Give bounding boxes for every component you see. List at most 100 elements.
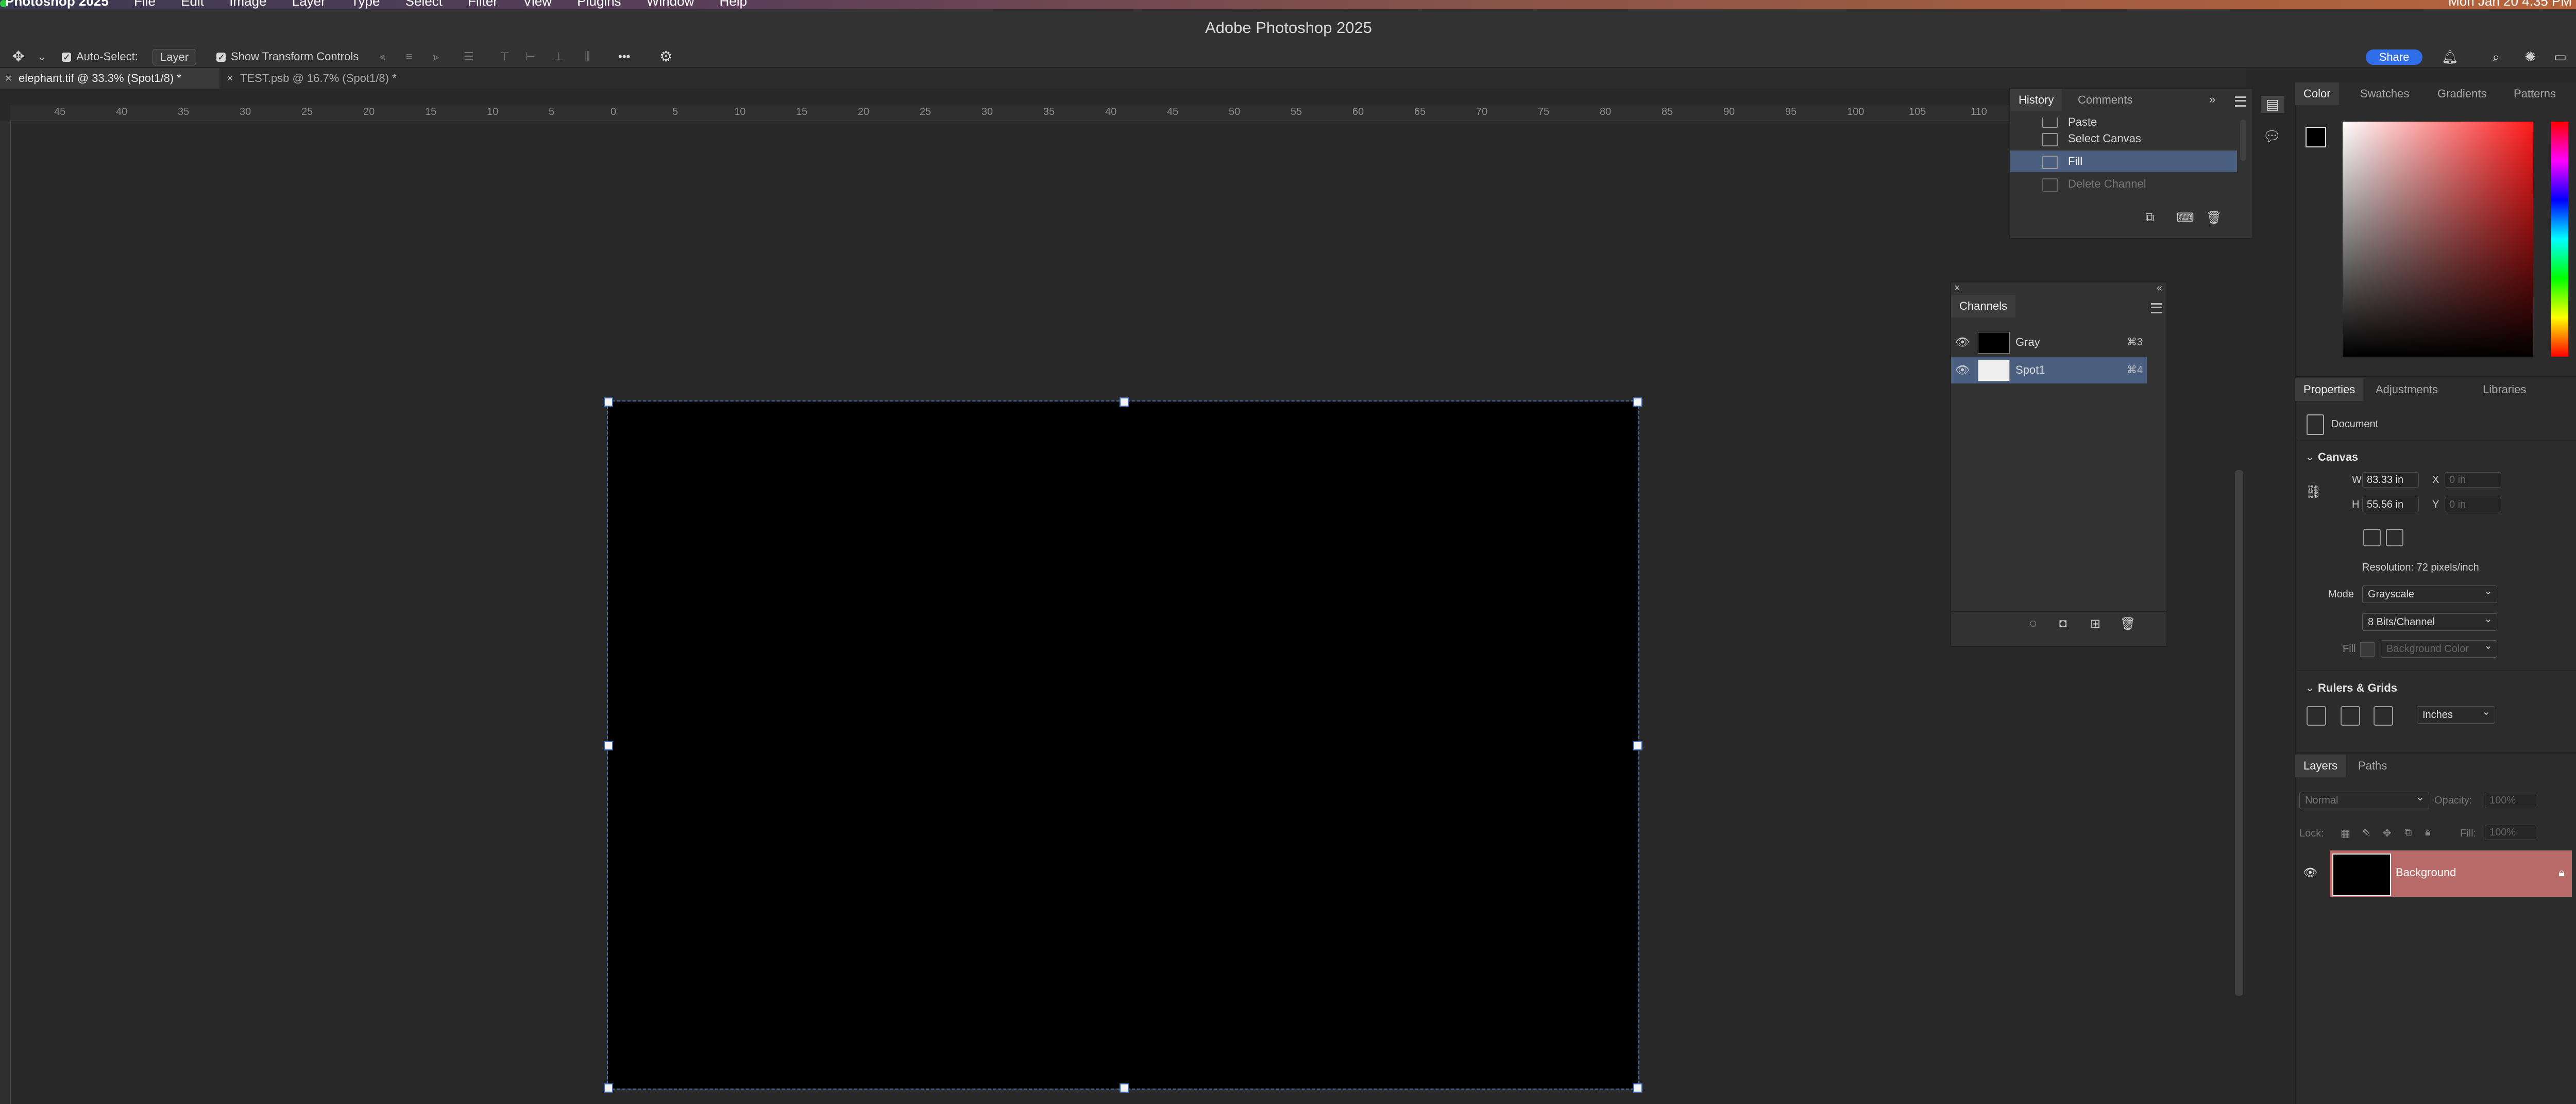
chevron-down-icon[interactable]: ⌄ [2306,450,2314,463]
fill-opacity-field[interactable]: 100% [2485,825,2536,840]
menu-window[interactable]: Window [647,0,694,8]
tab-history[interactable]: History [2010,89,2062,111]
tab-libraries[interactable]: Libraries [2475,378,2534,401]
load-selection-icon[interactable]: ◌ [2029,616,2037,631]
tab-color[interactable]: Color [2295,82,2339,105]
align-top-icon[interactable]: ⊤ [500,46,510,67]
ruler-units-dropdown[interactable]: Inches [2417,704,2495,724]
new-document-from-state-icon[interactable]: ⧉ [2145,210,2154,225]
tab-properties[interactable]: Properties [2295,378,2364,401]
blend-mode-dropdown[interactable]: Normal [2299,789,2429,809]
workspace-icon[interactable]: ▭ [2554,46,2567,67]
mode-dropdown[interactable]: Grayscale [2362,583,2497,603]
bit-depth-dropdown[interactable]: 8 Bits/Channel [2362,611,2497,631]
save-selection-icon[interactable]: ◘ [2059,616,2067,631]
lock-transparent-icon[interactable]: ▦ [2341,827,2350,840]
align-right-icon[interactable]: ⫸ [433,46,439,67]
menu-filter[interactable]: Filter [468,0,498,8]
menu-image[interactable]: Image [229,0,266,8]
bell-icon[interactable]: 🔔︎ [2442,46,2459,67]
menu-view[interactable]: View [523,0,552,8]
menu-layer[interactable]: Layer [292,0,326,8]
transform-handle-bottom-left[interactable] [604,1083,613,1093]
transform-handle-top-left[interactable] [604,397,613,407]
align-left-icon[interactable]: ⫷ [379,46,385,67]
fill-dropdown[interactable]: Background Color [2381,638,2497,658]
tab-gradients[interactable]: Gradients [2429,82,2495,105]
history-scrollbar[interactable] [2240,120,2246,161]
close-tab-icon[interactable]: × [5,68,12,89]
opacity-field[interactable]: 100% [2485,793,2536,808]
transform-handle-bottom-right[interactable] [1633,1083,1642,1093]
tab-test[interactable]: × TEST.psb @ 16.7% (Spot1/8) * [222,68,441,89]
settings-gear-icon[interactable]: ⚙ [659,46,672,67]
canvas-vertical-scrollbar[interactable] [2235,470,2243,996]
rulers-grids-section-header[interactable]: Rulers & Grids [2318,681,2397,695]
tab-channels[interactable]: Channels [1951,295,2015,317]
vertical-ruler[interactable] [0,121,11,1104]
guides-toggle-icon[interactable] [2374,706,2393,726]
distribute-vertical-icon[interactable]: ⫼ [585,46,590,67]
foreground-color-swatch[interactable] [2306,127,2326,147]
align-middle-icon[interactable]: ⊢ [526,46,535,67]
menu-help[interactable]: Help [720,0,747,8]
history-row[interactable]: Select Canvas [2010,128,2237,149]
landscape-orientation-icon[interactable] [2386,529,2403,546]
chevron-down-icon[interactable]: ⌄ [2306,681,2314,694]
transform-handle-top-right[interactable] [1633,397,1642,407]
trash-icon[interactable]: 🗑︎ [2120,616,2136,631]
menu-select[interactable]: Select [405,0,443,8]
panel-menu-icon[interactable] [2235,96,2246,107]
lock-position-icon[interactable]: ✥ [2383,827,2392,840]
collapse-panel-icon[interactable]: » [2209,93,2215,106]
align-bottom-icon[interactable]: ⊥ [554,46,564,67]
y-field[interactable]: 0 in [2445,497,2501,512]
rulers-toggle-icon[interactable] [2307,706,2326,726]
move-tool-icon[interactable]: ✥ [12,46,24,67]
history-row[interactable]: Paste [2010,118,2237,128]
tool-preset-chevron-icon[interactable]: ⌄ [37,46,46,67]
channel-row-gray[interactable]: 👁︎ Gray ⌘3 [1951,329,2147,356]
close-tab-icon[interactable]: × [227,68,233,89]
x-field[interactable]: 0 in [2445,472,2501,488]
transform-handle-middle-left[interactable] [604,741,613,750]
lightbulb-icon[interactable]: ✺ [2524,46,2536,67]
tab-adjustments[interactable]: Adjustments [2367,378,2446,401]
align-center-icon[interactable]: ≡ [406,46,413,67]
distribute-icon[interactable]: ☰ [464,46,474,67]
portrait-orientation-icon[interactable] [2363,529,2381,546]
lock-artboard-icon[interactable]: ⧉ [2404,827,2412,839]
transform-handle-bottom-center[interactable] [1120,1083,1129,1093]
color-field[interactable] [2343,122,2533,357]
width-field[interactable]: 83.33 in [2362,472,2419,488]
visibility-eye-icon[interactable]: 👁︎ [1955,357,1970,383]
link-dimensions-icon[interactable]: ⛓ [2306,484,2321,499]
visibility-eye-icon[interactable]: 👁︎ [1955,329,1970,356]
more-options-button[interactable]: ••• [618,46,630,67]
tab-paths[interactable]: Paths [2350,755,2395,777]
menu-type[interactable]: Type [351,0,380,8]
menu-file[interactable]: File [134,0,156,8]
comments-panel-icon[interactable]: 💬︎ [2263,128,2281,145]
auto-select-checkbox[interactable]: Auto-Select: [62,46,138,68]
share-button[interactable]: Share [2366,49,2422,65]
snapshot-camera-icon[interactable]: ⌨ [2176,210,2194,225]
document-canvas[interactable] [604,397,1642,1093]
tab-layers[interactable]: Layers [2295,755,2346,777]
auto-select-dropdown[interactable]: Layer [152,49,197,65]
menu-app-name[interactable]: Photoshop 2025 [5,0,109,8]
lock-all-icon[interactable]: 🔒︎ [2425,827,2431,839]
horizontal-ruler[interactable]: 45 40 35 30 25 20 15 10 5 0 5 10 15 20 25 30 35 40 45 50 55 6… [10,105,2246,121]
visibility-eye-icon[interactable]: 👁︎ [2303,866,2317,879]
history-row[interactable]: Fill [2010,150,2237,172]
show-transform-checkbox[interactable]: Show Transform Controls [216,46,359,68]
search-icon[interactable]: ⌕ [2492,46,2500,67]
tab-elephant[interactable]: × elephant.tif @ 33.3% (Spot1/8) * [0,68,219,89]
history-panel-icon[interactable]: ▤ [2261,96,2284,113]
new-channel-icon[interactable]: ⊞ [2090,616,2100,631]
height-field[interactable]: 55.56 in [2362,497,2419,512]
hue-slider[interactable] [2551,122,2568,357]
panel-menu-icon[interactable] [2151,303,2162,313]
tab-patterns[interactable]: Patterns [2505,82,2564,105]
collapse-panel-icon[interactable]: « [2157,282,2162,294]
